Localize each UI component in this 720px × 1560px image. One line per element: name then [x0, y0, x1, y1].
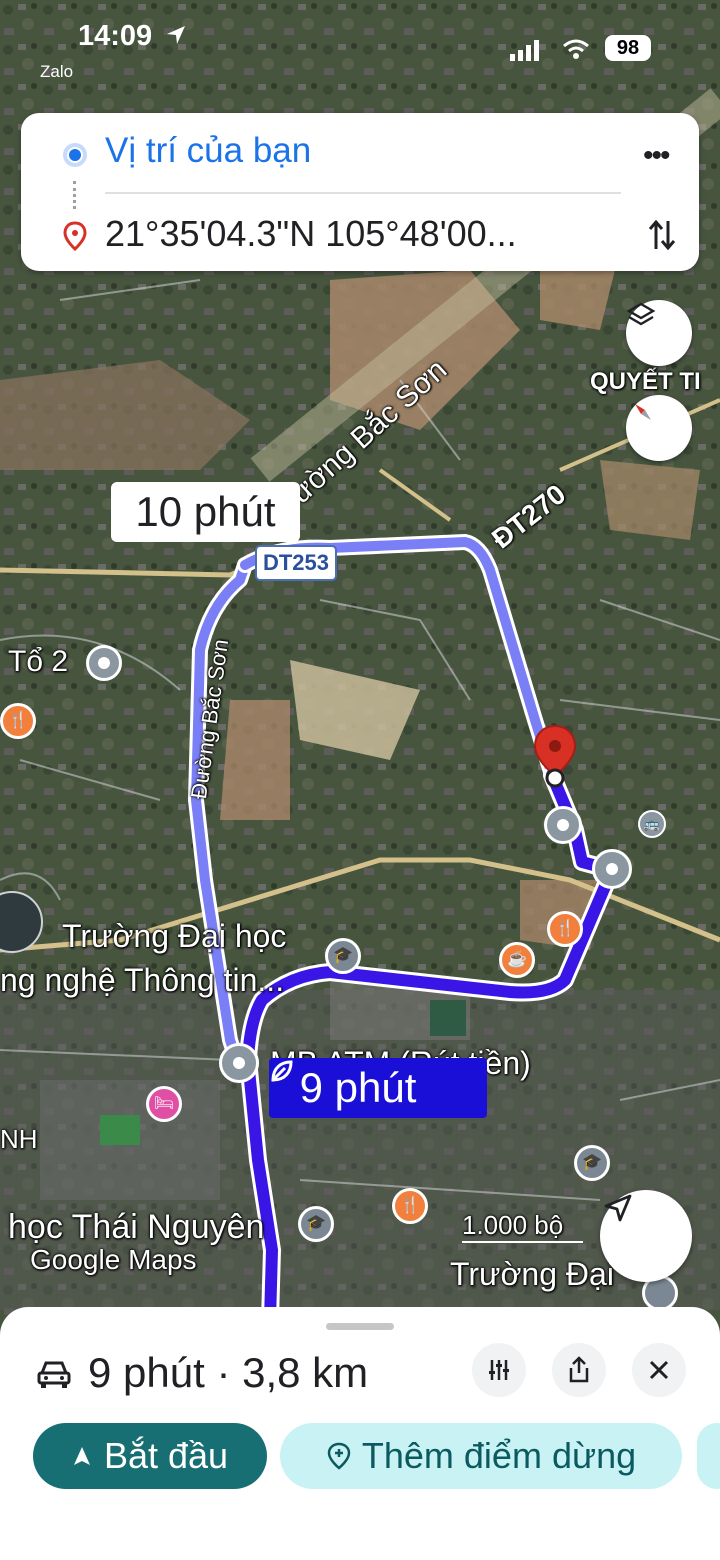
location-arrow-icon: [165, 24, 187, 51]
bus-stop-icon[interactable]: 🚌: [638, 810, 666, 838]
restaurant-icon[interactable]: 🍴: [547, 911, 583, 947]
notification-app-label: Zalo: [40, 62, 74, 81]
navigation-arrow-icon: [604, 1194, 632, 1222]
school-icon[interactable]: 🎓: [574, 1145, 610, 1181]
compass-icon: [635, 404, 651, 420]
restaurant-icon[interactable]: 🍴: [392, 1188, 428, 1224]
navigation-triangle-icon: [73, 1447, 90, 1465]
layers-icon: [626, 302, 656, 326]
route-options-button[interactable]: [472, 1343, 526, 1397]
sheet-drag-handle[interactable]: [326, 1323, 394, 1330]
input-divider: [105, 192, 621, 194]
school-icon[interactable]: 🎓: [298, 1206, 334, 1242]
signal-icon: [510, 40, 540, 67]
waypoint-icon[interactable]: [592, 849, 632, 889]
route-input-card: Vị trí của bạn ••• 21°35'04.3"N 105°48'0…: [21, 113, 699, 271]
destination-pin-icon[interactable]: [532, 724, 578, 790]
start-navigation-button[interactable]: Bắt đầu: [33, 1423, 267, 1489]
place-label-nh: NH: [0, 1124, 38, 1154]
waypoint-icon[interactable]: [219, 1043, 259, 1083]
destination-field[interactable]: 21°35'04.3"N 105°48'00...: [105, 213, 517, 255]
sliders-icon: [489, 1360, 509, 1380]
status-bar: 14:09 Zalo 98: [0, 0, 720, 81]
place-label-hoc-thai-nguyen[interactable]: học Thái Nguyên: [8, 1208, 264, 1247]
add-stop-label: Thêm điểm dừng: [361, 1435, 637, 1476]
destination-pin-small-icon: [63, 221, 87, 256]
place-label-cong-nghe[interactable]: ng nghệ Thông tin...: [0, 962, 284, 999]
add-location-icon: [327, 1442, 351, 1470]
alt-route-time-bubble[interactable]: 10 phút: [111, 482, 300, 542]
school-icon[interactable]: 🎓: [325, 938, 361, 974]
place-label-truong-dai-bottom[interactable]: Trường Đại: [450, 1256, 614, 1293]
place-label-quyet-thang: QUYẾT TI: [590, 368, 701, 395]
map-scale: 1.000 bộ: [462, 1210, 584, 1243]
swap-icon[interactable]: [647, 217, 677, 258]
add-stop-button[interactable]: Thêm điểm dừng: [280, 1423, 682, 1489]
more-chip-button[interactable]: [697, 1423, 720, 1489]
route-bottom-sheet: 9 phút · 3,8 km Bắt đầu Thêm điểm dừng: [0, 1307, 720, 1560]
battery-indicator: 98: [605, 35, 651, 61]
place-label-truong-dai-hoc[interactable]: Trường Đại học: [62, 918, 286, 955]
recenter-button[interactable]: [600, 1190, 692, 1282]
poi-pin-icon[interactable]: [86, 645, 122, 681]
close-button[interactable]: [632, 1343, 686, 1397]
more-options-icon[interactable]: •••: [643, 139, 670, 173]
share-button[interactable]: [552, 1343, 606, 1397]
route-dots-connector: [73, 181, 80, 209]
restaurant-icon[interactable]: 🍴: [0, 703, 36, 739]
close-icon: [649, 1360, 669, 1380]
main-route-time-bubble[interactable]: 9 phút: [269, 1058, 487, 1118]
eco-leaf-icon: [271, 1060, 456, 1101]
place-label-to2[interactable]: Tổ 2: [8, 645, 68, 679]
road-shield-dt253: DT253: [255, 545, 337, 581]
alt-route-time: 10 phút: [135, 488, 276, 535]
origin-dot-icon: [63, 143, 87, 167]
google-maps-watermark: Google Maps: [30, 1244, 197, 1275]
status-time: 14:09: [78, 20, 153, 52]
compass-button[interactable]: [626, 395, 692, 461]
wifi-icon: [562, 38, 590, 65]
waypoint-icon[interactable]: [544, 806, 582, 844]
share-icon: [569, 1356, 589, 1383]
main-route-time: 9 phút: [299, 1064, 417, 1111]
route-summary: 9 phút · 3,8 km: [88, 1349, 369, 1396]
origin-field[interactable]: Vị trí của bạn: [105, 131, 311, 171]
car-icon: [36, 1359, 72, 1394]
cafe-icon[interactable]: ☕: [499, 942, 535, 978]
start-button-label: Bắt đầu: [103, 1435, 229, 1476]
hotel-icon[interactable]: 🛏: [146, 1086, 182, 1122]
layers-button[interactable]: [626, 300, 692, 366]
